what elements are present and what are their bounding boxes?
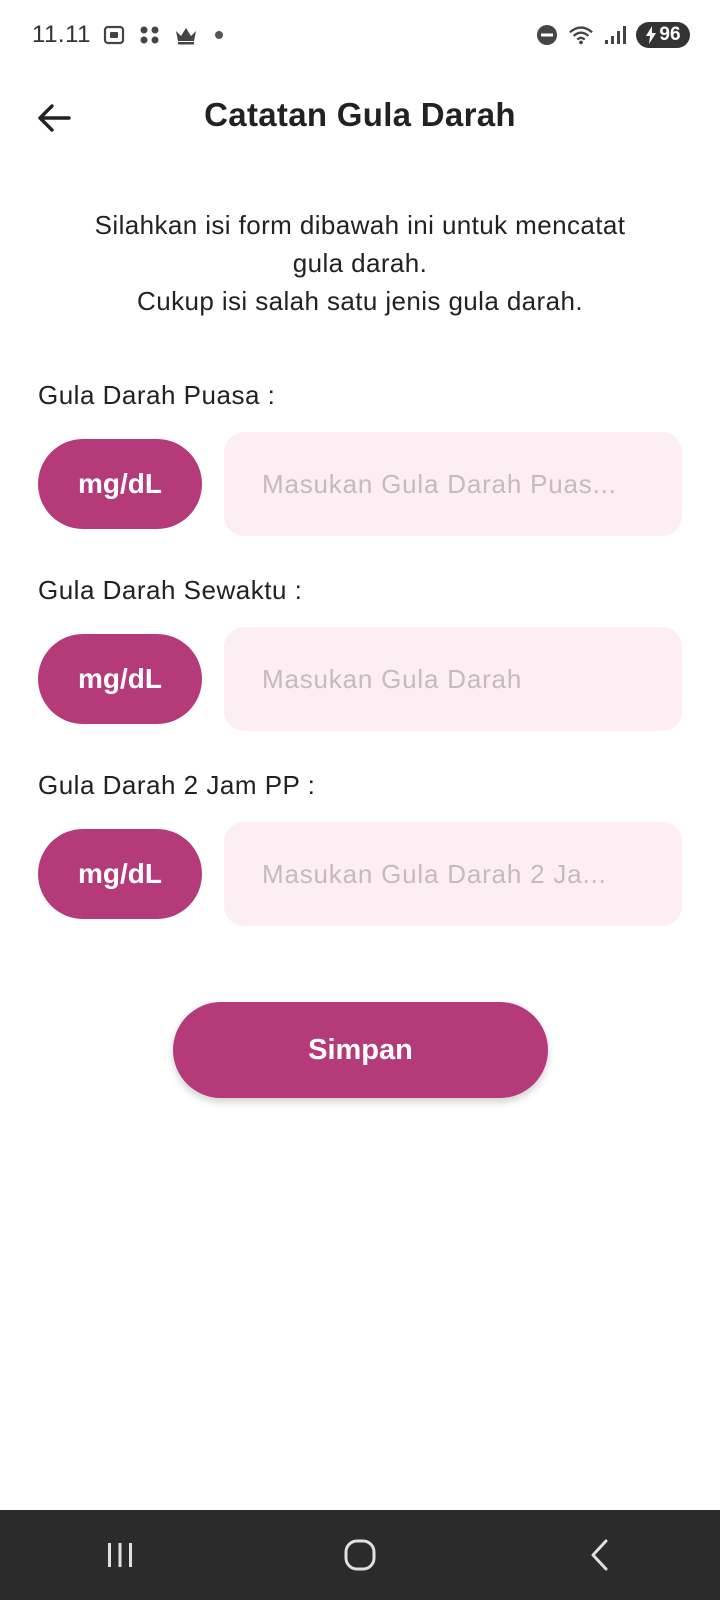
wifi-icon xyxy=(568,22,594,48)
dot-icon xyxy=(215,31,223,39)
recent-apps-button[interactable] xyxy=(75,1510,165,1600)
status-time: 11.11 xyxy=(32,21,91,48)
nav-back-button[interactable] xyxy=(555,1510,645,1600)
intro-text: Silahkan isi form dibawah ini untuk menc… xyxy=(40,206,680,320)
app-bar: Catatan Gula Darah xyxy=(0,80,720,156)
random-input[interactable] xyxy=(262,663,644,695)
random-label: Gula Darah Sewaktu : xyxy=(38,575,303,605)
app-notification-icon xyxy=(137,22,163,48)
battery-level: 96 xyxy=(659,24,681,45)
battery-charging-icon: 96 xyxy=(636,22,690,48)
status-right: 96 xyxy=(534,22,690,48)
screen: 11.11 96 Catatan Gula Darah Silahkan isi… xyxy=(0,0,720,1600)
postprandial-unit-button[interactable]: mg/dL xyxy=(38,829,202,919)
random-unit-button[interactable]: mg/dL xyxy=(38,634,202,724)
intro-line-1: Silahkan isi form dibawah ini untuk menc… xyxy=(94,210,626,240)
fasting-input[interactable] xyxy=(262,468,644,500)
status-left: 11.11 xyxy=(32,21,223,49)
status-bar: 11.11 96 xyxy=(0,0,720,70)
fasting-unit-button[interactable]: mg/dL xyxy=(38,439,202,529)
do-not-disturb-icon xyxy=(534,22,560,48)
home-icon xyxy=(344,1539,376,1571)
intro-line-2: gula darah. xyxy=(292,248,428,278)
fasting-label: Gula Darah Puasa : xyxy=(38,380,276,410)
save-button[interactable]: Simpan xyxy=(173,1002,548,1098)
fasting-input-box xyxy=(224,432,682,536)
intro-line-3: Cukup isi salah satu jenis gula darah. xyxy=(137,286,583,316)
back-icon xyxy=(591,1539,608,1571)
postprandial-input-box xyxy=(224,822,682,926)
signal-icon xyxy=(602,22,628,48)
nav-bar xyxy=(0,1510,720,1600)
screenshot-icon xyxy=(101,22,127,48)
home-button[interactable] xyxy=(315,1510,405,1600)
postprandial-input[interactable] xyxy=(262,858,644,890)
recent-apps-icon xyxy=(108,1543,132,1567)
postprandial-label: Gula Darah 2 Jam PP : xyxy=(38,770,316,800)
random-input-box xyxy=(224,627,682,731)
crown-icon xyxy=(173,22,199,48)
page-title: Catatan Gula Darah xyxy=(204,96,516,133)
